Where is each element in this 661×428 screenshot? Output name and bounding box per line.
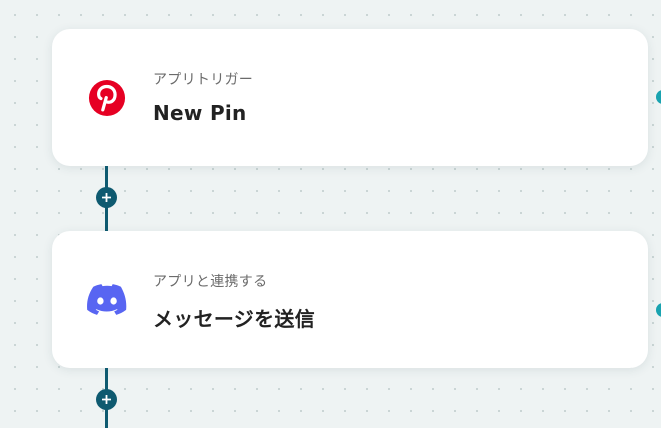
connection-handle[interactable] [656,303,661,317]
plus-icon [102,193,111,202]
connection-handle[interactable] [656,90,661,104]
add-step-button[interactable] [96,187,117,208]
trigger-step-card[interactable]: アプリトリガー New Pin [52,29,648,166]
discord-icon [87,280,127,320]
step-type-label: アプリと連携する [153,274,268,290]
pinterest-icon [87,78,127,118]
plus-icon [102,395,111,404]
step-title: メッセージを送信 [153,307,315,331]
step-type-label: アプリトリガー [153,72,254,88]
add-step-button[interactable] [96,389,117,410]
step-title: New Pin [153,101,247,125]
action-step-card[interactable]: アプリと連携する メッセージを送信 [52,231,648,368]
